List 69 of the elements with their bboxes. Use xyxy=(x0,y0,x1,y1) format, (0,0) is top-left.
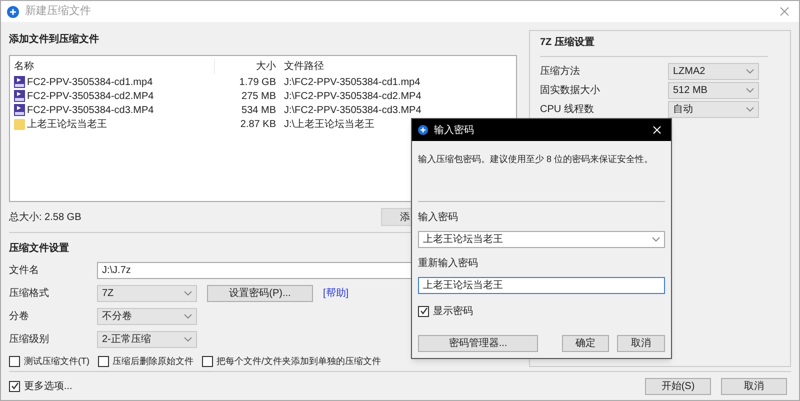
password-field[interactable]: 上老王论坛当老王 xyxy=(418,230,665,248)
button[interactable]: 取消 xyxy=(721,378,787,394)
caret-icon xyxy=(184,337,192,342)
help-link[interactable]: [帮助] xyxy=(323,286,349,301)
section-heading: 7Z 压缩设置 xyxy=(540,35,768,57)
button[interactable]: 密码管理器... xyxy=(418,335,538,352)
file-size: 1.79 GB xyxy=(238,76,277,90)
column-header: 名称 xyxy=(14,60,35,74)
caret-icon xyxy=(746,107,754,112)
checkbox[interactable] xyxy=(202,356,212,367)
column-header: 大小 xyxy=(214,59,280,74)
checkmark-icon xyxy=(10,382,18,390)
field-label: 压缩级别 xyxy=(9,332,50,347)
option-label: 更多选项... xyxy=(24,380,72,394)
window-title: 新建压缩文件 xyxy=(25,4,91,20)
field-label: 固实数据大小 xyxy=(540,84,600,98)
repeat-password-field[interactable]: 上老王论坛当老王 xyxy=(418,276,665,294)
total-size: 总大小: 2.58 GB xyxy=(9,210,82,224)
video-file-icon xyxy=(14,90,25,102)
file-name[interactable]: FC2-PPV-3505384-cd2.MP4 xyxy=(27,88,154,104)
file-size: 275 MB xyxy=(240,90,277,104)
file-name[interactable]: FC2-PPV-3505384-cd1.mp4 xyxy=(27,74,153,90)
checkbox[interactable] xyxy=(9,356,20,367)
video-file-icon xyxy=(14,104,25,116)
field-label: CPU 线程数 xyxy=(540,102,594,117)
file-size: 534 MB xyxy=(240,104,277,118)
checkbox[interactable] xyxy=(418,306,429,316)
field-label: 压缩格式 xyxy=(9,286,50,301)
column-header: 文件路径 xyxy=(284,60,324,74)
section-heading: 压缩文件设置 xyxy=(9,242,70,256)
folder-icon xyxy=(14,118,25,130)
checkbox[interactable] xyxy=(9,380,20,392)
file-name[interactable]: 上老王论坛当老王 xyxy=(27,116,107,132)
dropdown[interactable]: 自动 xyxy=(668,101,759,118)
file-size: 2.87 KB xyxy=(239,118,277,132)
video-file-icon xyxy=(14,76,25,88)
button[interactable]: 设置密码(P)... xyxy=(207,285,313,302)
dialog-hint: 输入压缩包密码。建议使用至少 8 位的密码来保证安全性。 xyxy=(418,153,654,166)
caret-icon xyxy=(184,314,192,319)
app-logo-icon xyxy=(418,125,428,135)
file-path: J:\上老王论坛当老王 xyxy=(284,118,375,132)
field-label: 文件名 xyxy=(9,264,40,278)
dialog-title: 输入密码 xyxy=(434,124,474,138)
field-label: 分卷 xyxy=(9,310,30,324)
file-path: J:\FC2-PPV-3505384-cd3.MP4 xyxy=(284,104,422,118)
file-path: J:\FC2-PPV-3505384-cd2.MP4 xyxy=(284,90,422,104)
section-heading: 添加文件到压缩文件 xyxy=(9,32,100,47)
field-label: 压缩方法 xyxy=(540,64,580,79)
dropdown[interactable]: 2-正常压缩 xyxy=(97,331,197,348)
button[interactable]: 确定 xyxy=(562,335,609,352)
dropdown[interactable]: 不分卷 xyxy=(97,308,197,325)
option-label: 显示密码 xyxy=(433,304,473,318)
app-logo-icon xyxy=(7,6,19,18)
button[interactable]: 取消 xyxy=(617,335,665,352)
caret-icon xyxy=(746,88,754,93)
dropdown[interactable]: LZMA2 xyxy=(668,63,759,80)
caret-icon xyxy=(652,236,660,242)
option-label: 测试压缩文件(T) xyxy=(24,354,90,368)
option-label: 压缩后删除原始文件 xyxy=(112,354,194,368)
caret-icon xyxy=(184,291,192,296)
file-path: J:\FC2-PPV-3505384-cd1.mp4 xyxy=(284,76,420,90)
checkbox[interactable] xyxy=(98,356,108,367)
option-label: 把每个文件/文件夹添加到单独的压缩文件 xyxy=(216,354,382,368)
dropdown[interactable]: 7Z xyxy=(97,285,197,302)
checkmark-icon xyxy=(420,307,428,315)
file-name[interactable]: FC2-PPV-3505384-cd3.MP4 xyxy=(27,102,154,118)
dropdown[interactable]: 512 MB xyxy=(668,82,759,99)
caret-icon xyxy=(746,69,754,74)
button[interactable]: 开始(S) xyxy=(645,378,711,394)
